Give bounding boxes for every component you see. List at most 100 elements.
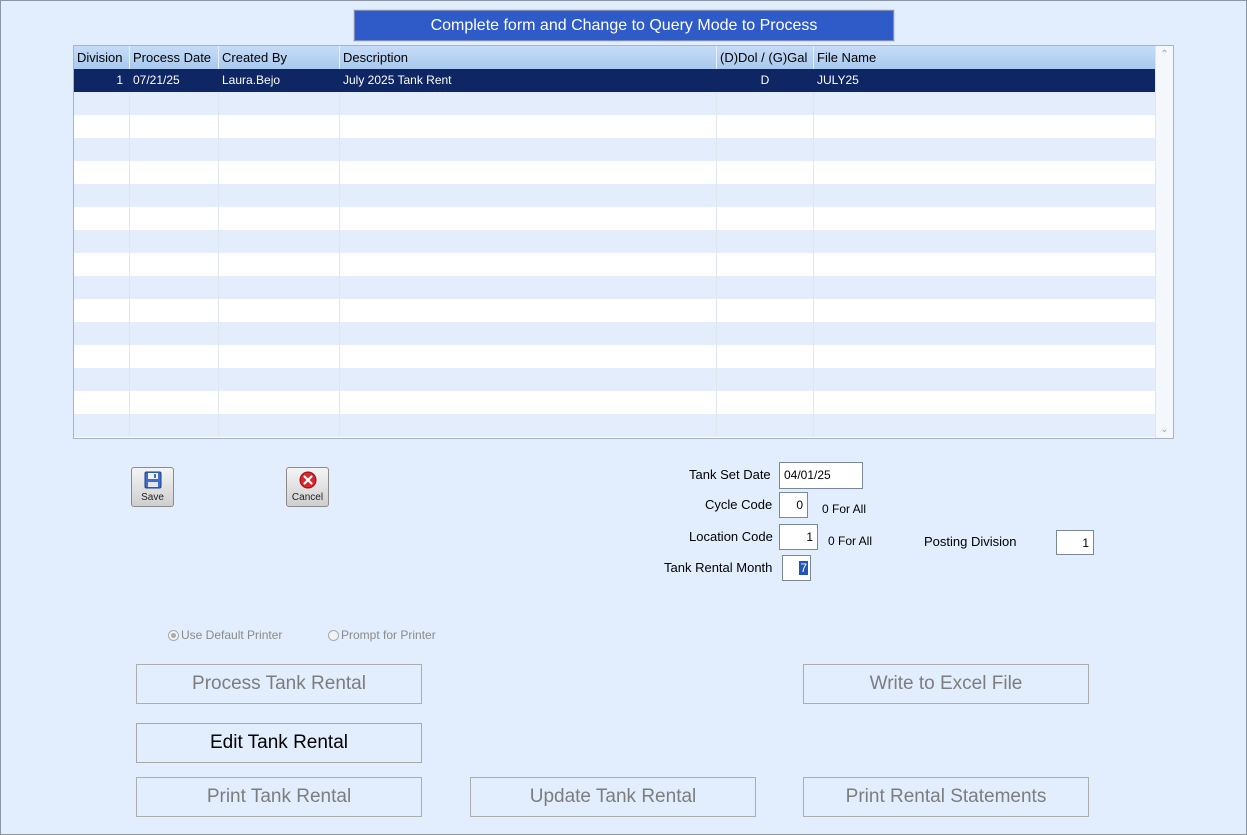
prompt-for-printer-radio[interactable]: Prompt for Printer <box>328 628 436 642</box>
empty-table-row[interactable] <box>74 138 1156 161</box>
radio-selected-icon <box>168 629 179 641</box>
edit-tank-rental-button[interactable]: Edit Tank Rental <box>136 723 422 763</box>
empty-cell <box>717 345 814 368</box>
empty-table-row[interactable] <box>74 345 1156 368</box>
empty-cell <box>340 207 717 230</box>
empty-table-row[interactable] <box>74 276 1156 299</box>
empty-cell <box>814 276 1156 299</box>
update-tank-rental-button[interactable]: Update Tank Rental <box>470 777 756 817</box>
col-header-division[interactable]: Division <box>74 46 130 69</box>
empty-table-row[interactable] <box>74 299 1156 322</box>
col-header-description[interactable]: Description <box>340 46 717 69</box>
grid-vertical-scrollbar[interactable]: ⌃ ⌄ <box>1155 46 1173 438</box>
empty-table-row[interactable] <box>74 184 1156 207</box>
location-code-input[interactable]: 1 <box>779 524 818 550</box>
col-header-created-by[interactable]: Created By <box>219 46 340 69</box>
cycle-code-input[interactable]: 0 <box>779 492 808 518</box>
save-button-label: Save <box>141 492 164 503</box>
empty-cell <box>814 138 1156 161</box>
empty-cell <box>219 207 340 230</box>
empty-cell <box>130 276 219 299</box>
tank-rental-month-input[interactable]: 7 <box>782 555 811 581</box>
cycle-code-label: Cycle Code <box>705 497 773 512</box>
print-tank-rental-button[interactable]: Print Tank Rental <box>136 777 422 817</box>
empty-cell <box>130 299 219 322</box>
save-button[interactable]: Save <box>131 467 174 507</box>
scroll-down-icon[interactable]: ⌄ <box>1156 424 1173 435</box>
empty-cell <box>340 161 717 184</box>
empty-cell <box>814 207 1156 230</box>
empty-cell <box>340 184 717 207</box>
use-default-printer-label: Use Default Printer <box>181 628 283 642</box>
empty-cell <box>814 414 1156 437</box>
empty-table-row[interactable] <box>74 414 1156 437</box>
write-to-excel-button[interactable]: Write to Excel File <box>803 664 1089 704</box>
empty-table-row[interactable] <box>74 368 1156 391</box>
empty-table-row[interactable] <box>74 322 1156 345</box>
print-rental-statements-button[interactable]: Print Rental Statements <box>803 777 1089 817</box>
table-row[interactable]: 1 07/21/25 Laura.Bejo July 2025 Tank Ren… <box>74 69 1156 92</box>
empty-cell <box>74 115 130 138</box>
tank-set-date-input[interactable]: 04/01/25 <box>779 462 863 489</box>
col-header-dol-gal[interactable]: (D)Dol / (G)Gal <box>717 46 814 69</box>
cancel-button[interactable]: Cancel <box>286 467 329 507</box>
cell-description: July 2025 Tank Rent <box>340 69 717 92</box>
empty-table-row[interactable] <box>74 207 1156 230</box>
empty-cell <box>130 391 219 414</box>
empty-table-row[interactable] <box>74 92 1156 115</box>
empty-cell <box>74 230 130 253</box>
process-tank-rental-button[interactable]: Process Tank Rental <box>136 664 422 704</box>
empty-cell <box>74 322 130 345</box>
empty-cell <box>130 322 219 345</box>
floppy-disk-icon <box>144 471 162 489</box>
empty-table-row[interactable] <box>74 253 1156 276</box>
empty-cell <box>219 138 340 161</box>
empty-cell <box>219 414 340 437</box>
empty-cell <box>219 322 340 345</box>
empty-cell <box>74 184 130 207</box>
empty-cell <box>340 253 717 276</box>
empty-table-row[interactable] <box>74 115 1156 138</box>
empty-cell <box>130 253 219 276</box>
col-header-process-date[interactable]: Process Date <box>130 46 219 69</box>
empty-cell <box>814 184 1156 207</box>
tank-rental-grid[interactable]: Division Process Date Created By Descrip… <box>73 45 1174 439</box>
empty-cell <box>340 299 717 322</box>
empty-cell <box>717 92 814 115</box>
scroll-up-icon[interactable]: ⌃ <box>1156 49 1173 60</box>
empty-cell <box>130 138 219 161</box>
cell-file-name: JULY25 <box>814 69 1156 92</box>
cancel-x-icon <box>299 471 317 489</box>
empty-cell <box>717 414 814 437</box>
empty-cell <box>814 368 1156 391</box>
posting-division-input[interactable]: 1 <box>1056 530 1094 555</box>
empty-table-row[interactable] <box>74 391 1156 414</box>
empty-cell <box>340 368 717 391</box>
empty-cell <box>717 276 814 299</box>
empty-cell <box>130 207 219 230</box>
tank-rental-month-selected-text: 7 <box>799 561 808 575</box>
empty-cell <box>74 276 130 299</box>
empty-cell <box>814 322 1156 345</box>
use-default-printer-radio[interactable]: Use Default Printer <box>168 628 282 642</box>
empty-cell <box>717 138 814 161</box>
cell-dol-gal: D <box>717 69 814 92</box>
empty-cell <box>130 368 219 391</box>
empty-cell <box>130 115 219 138</box>
cell-process-date: 07/21/25 <box>130 69 219 92</box>
empty-cell <box>219 253 340 276</box>
cycle-code-note: 0 For All <box>822 502 867 516</box>
empty-cell <box>219 276 340 299</box>
empty-cell <box>340 322 717 345</box>
empty-cell <box>219 115 340 138</box>
col-header-file-name[interactable]: File Name <box>814 46 1156 69</box>
empty-cell <box>340 414 717 437</box>
empty-cell <box>74 368 130 391</box>
empty-cell <box>130 184 219 207</box>
empty-cell <box>717 368 814 391</box>
empty-cell <box>717 184 814 207</box>
empty-cell <box>717 253 814 276</box>
empty-cell <box>340 230 717 253</box>
empty-table-row[interactable] <box>74 230 1156 253</box>
empty-table-row[interactable] <box>74 161 1156 184</box>
